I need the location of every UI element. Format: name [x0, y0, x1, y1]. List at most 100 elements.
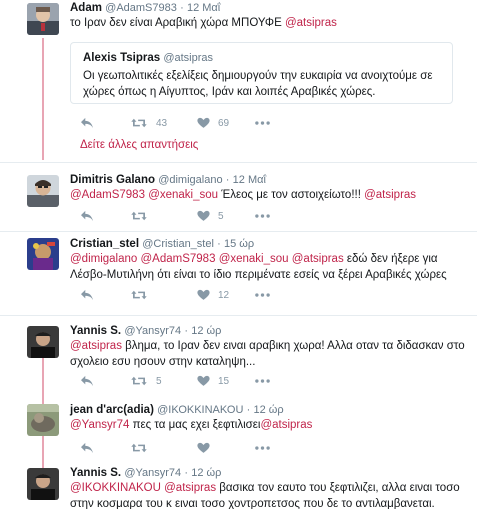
mention-link[interactable]: @xenaki_sou: [148, 189, 218, 201]
author-handle[interactable]: @Yansyr74: [124, 467, 181, 479]
avatar[interactable]: [27, 468, 59, 500]
mention-link[interactable]: @atsipras: [260, 419, 312, 431]
retweet-button[interactable]: 43: [130, 116, 167, 130]
tweet-actions: [80, 441, 300, 455]
mention-link[interactable]: @xenaki_sou: [219, 253, 289, 265]
heart-icon: [197, 442, 210, 454]
tweet-body: βλημα, το Ιραν δεν ειναι αραβικη χωρα! Α…: [70, 340, 465, 368]
author-handle[interactable]: @ΙΚΟΚΚΙΝΑΚΟU: [157, 404, 243, 416]
author-name[interactable]: Cristian_stel: [70, 238, 139, 250]
tweet-text: @IKOKKINAKOU @atsipras βασικα τον εαυτο …: [70, 481, 467, 509]
separator-dot: ·: [217, 238, 221, 250]
timestamp[interactable]: 12 ώρ: [253, 404, 283, 416]
tweet-cristian[interactable]: Cristian_stel @Cristian_stel · 15 ώρ @di…: [0, 233, 477, 313]
quoted-text: Οι γεωπολιτικές εξελίξεις δημιουργούν τη…: [83, 70, 433, 98]
mention-link[interactable]: @atsipras: [364, 189, 416, 201]
retweet-button[interactable]: 5: [130, 374, 162, 388]
tweet-adam[interactable]: Adam @AdamS7983 · 12 Μαΐ το Ιραν δεν είν…: [0, 0, 477, 160]
tweet-actions: 5 15: [80, 374, 300, 388]
retweet-button[interactable]: [130, 209, 148, 223]
show-more-replies-link[interactable]: Δείτε άλλες απαντήσεις: [80, 139, 198, 151]
more-icon: [255, 293, 270, 297]
mention-link[interactable]: @AdamS7983: [70, 189, 145, 201]
like-button[interactable]: 12: [197, 288, 229, 302]
avatar[interactable]: [27, 326, 59, 358]
reply-button[interactable]: [80, 116, 94, 130]
reply-icon: [80, 210, 94, 222]
like-button[interactable]: [197, 441, 210, 455]
reply-button[interactable]: [80, 441, 94, 455]
avatar[interactable]: [27, 238, 59, 270]
mention-link[interactable]: @dimigalano: [70, 253, 137, 265]
more-button[interactable]: [255, 288, 270, 302]
more-icon: [255, 379, 270, 383]
avatar[interactable]: [27, 175, 59, 207]
author-name[interactable]: Yannis S.: [70, 467, 121, 479]
reply-icon: [80, 375, 94, 387]
author-name[interactable]: jean d'arc(adia): [70, 404, 154, 416]
heart-icon: [197, 289, 210, 301]
timestamp[interactable]: 15 ώρ: [224, 238, 254, 250]
more-button[interactable]: [255, 116, 270, 130]
author-name[interactable]: Yannis S.: [70, 325, 121, 337]
more-button[interactable]: [255, 209, 270, 223]
author-handle[interactable]: @AdamS7983: [105, 2, 177, 14]
tweet-body: πες τα μας εχει ξεφτιλισει: [129, 419, 261, 431]
retweet-icon: [130, 442, 148, 454]
retweet-icon: [130, 289, 148, 301]
timestamp[interactable]: 12 Μαΐ: [233, 174, 266, 186]
avatar-image: [27, 468, 59, 500]
tweet-text: @Yansyr74 πες τα μας εχει ξεφτιλισει@ats…: [70, 418, 467, 434]
retweet-icon: [130, 117, 148, 129]
avatar-image: [27, 3, 59, 35]
mention-link[interactable]: @atsipras: [292, 253, 344, 265]
tweet-dimitris[interactable]: Dimitris Galano @dimigalano · 12 Μαΐ @Ad…: [0, 165, 477, 230]
separator-dot: ·: [225, 174, 230, 186]
reply-button[interactable]: [80, 288, 94, 302]
retweet-button[interactable]: [130, 441, 148, 455]
mention-link[interactable]: @Yansyr74: [70, 419, 129, 431]
more-icon: [255, 121, 270, 125]
tweet-actions: 43 69: [80, 116, 300, 130]
tweet-body: Έλεος με τον αστοιχείωτο!!!: [218, 189, 365, 201]
quoted-tweet[interactable]: Alexis Tsipras @atsipras Οι γεωπολιτικές…: [70, 42, 453, 104]
timestamp[interactable]: 12 ώρ: [191, 325, 221, 337]
like-button[interactable]: 69: [197, 116, 229, 130]
timestamp[interactable]: 12 Μαΐ: [187, 2, 220, 14]
like-button[interactable]: 5: [197, 209, 224, 223]
avatar[interactable]: [27, 404, 59, 436]
more-button[interactable]: [255, 441, 270, 455]
timestamp[interactable]: 12 ώρ: [191, 467, 221, 479]
divider: [0, 231, 477, 232]
separator-dot: ·: [184, 325, 189, 337]
reply-icon: [80, 289, 94, 301]
tweet-yannis-1[interactable]: Yannis S. @Yansyr74 · 12 ώρ @atsipras βλ…: [0, 318, 477, 396]
like-count: 12: [218, 289, 230, 301]
author-handle[interactable]: @dimigalano: [158, 174, 222, 186]
reply-button[interactable]: [80, 209, 94, 223]
tweet-jean-darc[interactable]: jean d'arc(adia) @ΙΚΟΚΚΙΝΑΚΟU · 12 ώρ @Y…: [0, 400, 477, 460]
author-name[interactable]: Adam: [70, 2, 102, 14]
like-button[interactable]: 15: [197, 374, 229, 388]
mention-link[interactable]: @AdamS7983: [141, 253, 216, 265]
reply-icon: [80, 442, 94, 454]
tweet-text: το Ιραν δεν είναι Αραβική χώρα ΜΠΟΥΦΕ @a…: [70, 16, 467, 32]
avatar-image: [27, 238, 59, 270]
author-handle[interactable]: @Cristian_stel: [142, 238, 214, 250]
more-button[interactable]: [255, 374, 270, 388]
mention-link[interactable]: @atsipras: [164, 482, 216, 494]
mention-link[interactable]: @atsipras: [285, 17, 337, 29]
reply-button[interactable]: [80, 374, 94, 388]
retweet-button[interactable]: [130, 288, 148, 302]
tweet-text: @atsipras βλημα, το Ιραν δεν ειναι αραβι…: [70, 339, 467, 370]
mention-link[interactable]: @IKOKKINAKOU: [70, 482, 161, 494]
author-handle[interactable]: @Yansyr74: [124, 325, 181, 337]
like-count: 5: [218, 210, 224, 222]
author-name[interactable]: Dimitris Galano: [70, 174, 155, 186]
avatar[interactable]: [27, 3, 59, 35]
more-icon: [255, 446, 270, 450]
tweet-actions: 12: [80, 288, 300, 302]
mention-link[interactable]: @atsipras: [70, 340, 122, 352]
avatar-image: [27, 175, 59, 207]
tweet-yannis-2[interactable]: Yannis S. @Yansyr74 · 12 ώρ @IKOKKINAKOU…: [0, 463, 477, 509]
